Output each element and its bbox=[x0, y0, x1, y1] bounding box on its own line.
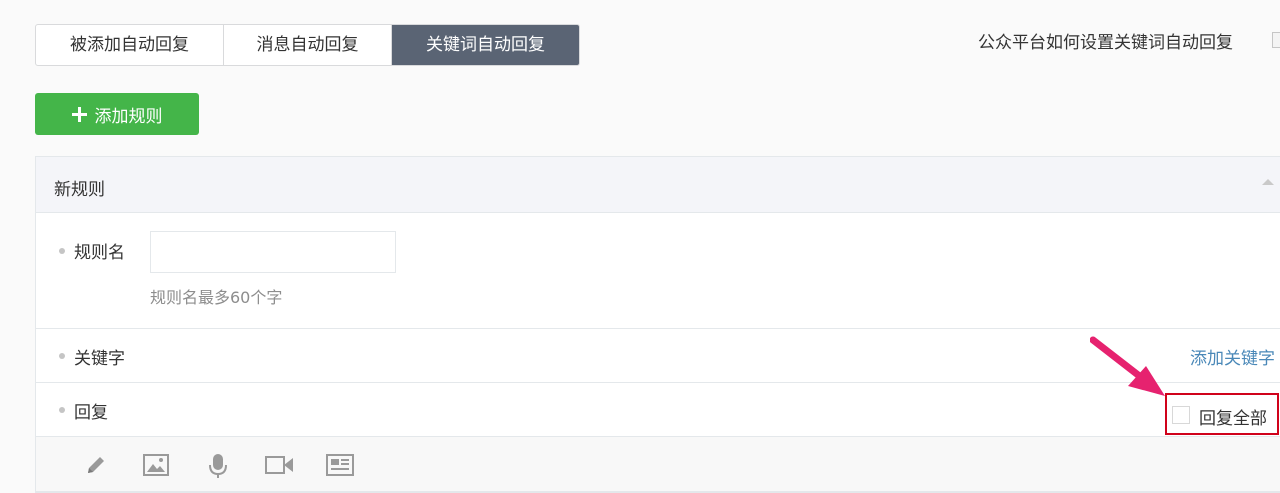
image-icon[interactable] bbox=[143, 453, 169, 477]
reply-all-label[interactable]: 回复全部 bbox=[1199, 404, 1267, 429]
add-rule-label: 添加规则 bbox=[94, 106, 163, 127]
reply-label: 回复 bbox=[74, 403, 108, 423]
add-rule-button[interactable]: 添加规则 bbox=[35, 93, 199, 135]
reply-all-highlight-box: 回复全部 bbox=[1165, 393, 1279, 435]
rule-title: 新规则 bbox=[54, 180, 105, 200]
tab-added-auto-reply[interactable]: 被添加自动回复 bbox=[36, 25, 224, 65]
rule-name-row: 规则名 规则名最多60个字 bbox=[36, 214, 1280, 329]
reply-type-toolbar bbox=[36, 437, 1280, 492]
tab-message-auto-reply[interactable]: 消息自动回复 bbox=[224, 25, 392, 65]
rule-name-label: 规则名 bbox=[74, 243, 125, 263]
annotation-arrow-icon bbox=[1090, 336, 1165, 396]
plus-icon bbox=[71, 106, 87, 122]
rule-name-hint: 规则名最多60个字 bbox=[150, 288, 283, 307]
help-link[interactable]: 公众平台如何设置关键词自动回复 bbox=[978, 28, 1233, 53]
pencil-icon[interactable] bbox=[84, 453, 108, 477]
video-icon[interactable] bbox=[265, 453, 295, 477]
bullet-dot bbox=[59, 353, 65, 359]
reply-type-tabs: 被添加自动回复 消息自动回复 关键词自动回复 bbox=[35, 24, 580, 66]
bullet-dot bbox=[59, 248, 65, 254]
add-keyword-link[interactable]: 添加关键字 bbox=[1190, 344, 1275, 369]
collapse-arrow-icon[interactable] bbox=[1262, 179, 1274, 185]
reply-all-checkbox[interactable] bbox=[1172, 406, 1190, 424]
news-icon[interactable] bbox=[326, 453, 354, 477]
rule-panel-header[interactable]: 新规则 bbox=[36, 157, 1280, 213]
tab-keyword-auto-reply[interactable]: 关键词自动回复 bbox=[392, 25, 579, 65]
microphone-icon[interactable] bbox=[206, 453, 230, 479]
keyword-label: 关键字 bbox=[74, 349, 125, 369]
help-doc-icon[interactable] bbox=[1272, 32, 1280, 48]
bullet-dot bbox=[59, 407, 65, 413]
rule-panel: 新规则 规则名 规则名最多60个字 关键字 添加关键字 回复 回复全部 bbox=[35, 156, 1280, 493]
rule-name-input[interactable] bbox=[150, 231, 396, 273]
